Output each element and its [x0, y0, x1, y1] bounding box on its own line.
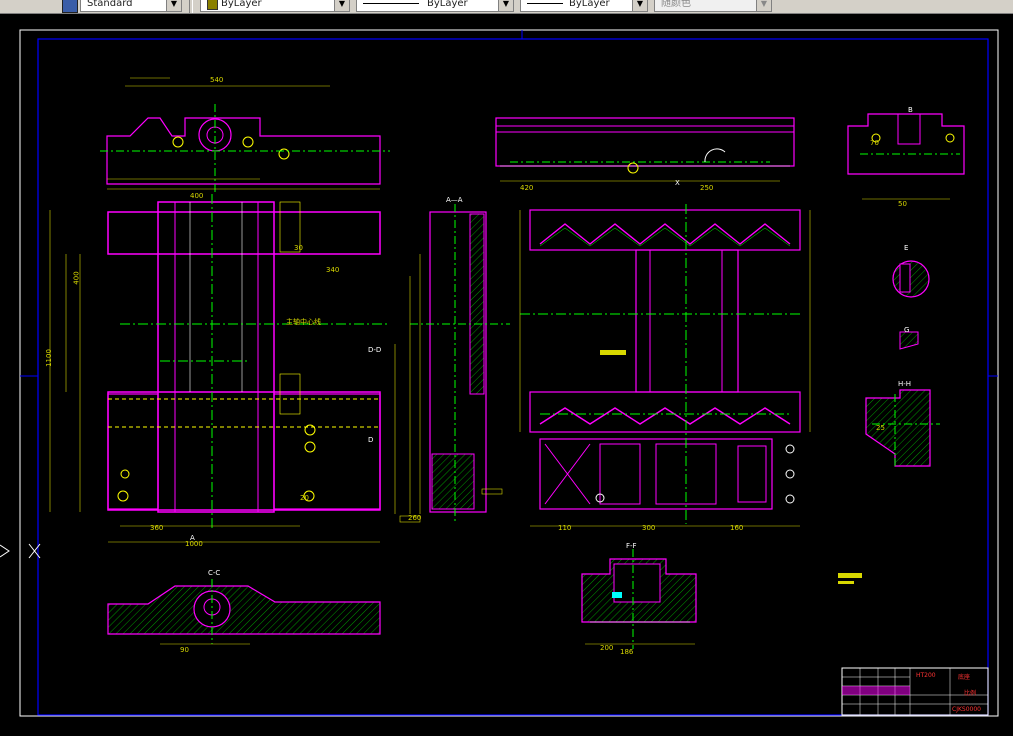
view-d-label: D: [368, 436, 374, 444]
toolbar-separator: [189, 0, 193, 13]
center-line-text: 主轴中心线: [286, 318, 321, 326]
linetype-dropdown[interactable]: ByLayer ▼: [356, 0, 514, 12]
chevron-down-icon[interactable]: ▼: [632, 0, 647, 11]
note-block: [481, 488, 503, 495]
section-a-a: [399, 204, 510, 524]
section-f-f-label: F-F: [626, 542, 637, 550]
dim-label: 30: [294, 244, 303, 252]
ucs-arrow: [0, 544, 10, 558]
text-style-icon[interactable]: [62, 0, 78, 13]
dim-label: 20: [300, 494, 309, 502]
title-code: CJKS0000: [952, 706, 981, 713]
dim-label: 260: [408, 514, 422, 522]
dim-label: 400: [72, 271, 81, 285]
chevron-down-icon[interactable]: ▼: [498, 0, 513, 11]
section-a-a-label: A—A: [446, 196, 463, 204]
section-c-c: [107, 579, 381, 645]
dim-label: 360: [150, 524, 164, 532]
top-left-view: [100, 77, 390, 194]
section-h-h-label: H-H: [898, 380, 912, 388]
section-c-c-label: C-C: [208, 569, 221, 577]
dim-label: 400: [190, 192, 204, 200]
color-value: ByLayer: [221, 0, 262, 9]
dim-label: 340: [326, 266, 340, 274]
dim-label: 250: [700, 184, 714, 192]
dim-label: 50: [898, 200, 907, 208]
view-e-label: E: [904, 244, 909, 252]
cad-drawing[interactable]: [0, 14, 1013, 736]
main-front-view: [49, 194, 396, 543]
dim-label: 160: [730, 524, 744, 532]
dim-label: 200: [600, 644, 614, 652]
x-mark-label: X: [675, 179, 680, 187]
title-name: 底座: [958, 674, 971, 681]
dim-label: 186: [620, 648, 634, 656]
dim-label: 110: [558, 524, 572, 532]
top-middle-view: [495, 117, 795, 182]
note-block: [838, 573, 862, 578]
dim-label: 70: [870, 139, 879, 147]
title-material: HT200: [916, 672, 936, 679]
dim-label: 420: [520, 184, 534, 192]
note-block: [612, 592, 622, 598]
dim-label: 1000: [185, 540, 203, 548]
title-scale-label: 比例: [964, 690, 977, 697]
plotstyle-dropdown[interactable]: 随颜色 ▼: [654, 0, 772, 12]
dim-label: 25: [876, 424, 885, 432]
color-dropdown[interactable]: ByLayer ▼: [200, 0, 350, 12]
right-main-view: [519, 204, 811, 527]
view-g-label: G: [904, 326, 910, 334]
right-small-views: [847, 113, 965, 469]
chevron-down-icon[interactable]: ▼: [334, 0, 349, 11]
dim-label: 90: [180, 646, 189, 654]
dim-label: 540: [210, 76, 224, 84]
text-style-value: Standard: [87, 0, 133, 9]
text-style-dropdown[interactable]: Standard ▼: [80, 0, 182, 12]
view-b-label: B: [908, 106, 913, 114]
properties-toolbar: Standard ▼ ByLayer ▼ ByLayer ▼ ByLayer ▼…: [0, 0, 1013, 14]
lineweight-value: ByLayer: [569, 0, 610, 9]
dim-label: 1100: [44, 349, 53, 367]
drawing-canvas[interactable]: 主轴中心线 C-C F-F A—A B E G H-H D-D X A D 10…: [0, 14, 1013, 736]
chevron-down-icon[interactable]: ▼: [166, 0, 181, 11]
section-f-f: [581, 549, 697, 649]
note-block: [600, 350, 626, 355]
chevron-down-icon[interactable]: ▼: [756, 0, 771, 11]
note-block: [838, 581, 854, 584]
plotstyle-value: 随颜色: [661, 0, 691, 9]
dim-label: 300: [642, 524, 656, 532]
lineweight-dropdown[interactable]: ByLayer ▼: [520, 0, 648, 12]
lineweight-sample: [527, 3, 563, 4]
section-d-d-label: D-D: [368, 346, 382, 354]
linetype-sample: [363, 3, 419, 4]
linetype-value: ByLayer: [427, 0, 468, 9]
color-swatch: [207, 0, 218, 10]
